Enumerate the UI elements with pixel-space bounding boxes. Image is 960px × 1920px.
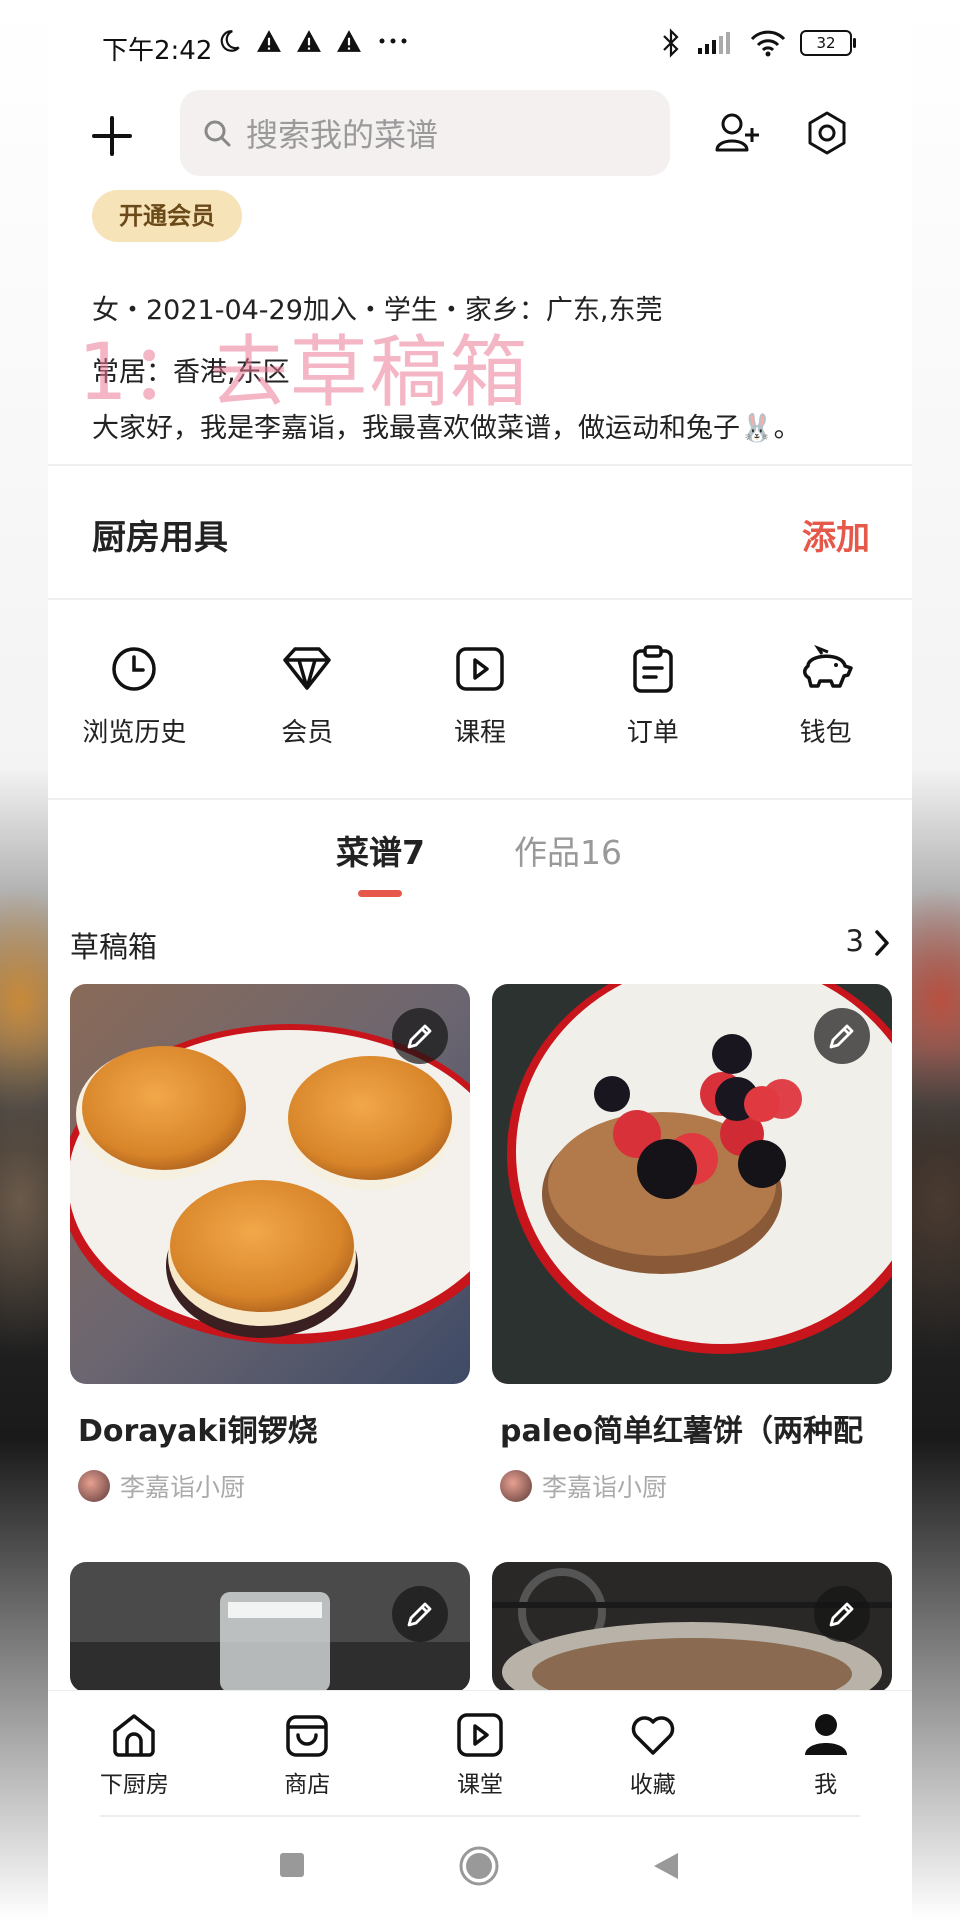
quick-action-history[interactable]: 浏览历史 xyxy=(48,600,221,790)
quick-action-course[interactable]: 课程 xyxy=(394,600,567,790)
nav-kitchen[interactable]: 下厨房 xyxy=(48,1691,221,1816)
tab-works[interactable]: 作品16 xyxy=(514,826,622,874)
warning-icon xyxy=(297,30,321,52)
pencil-icon xyxy=(407,1602,432,1627)
recents-button[interactable] xyxy=(278,1851,306,1879)
drafts-header[interactable]: 草稿箱 3 xyxy=(48,910,912,980)
recipe-photo xyxy=(492,984,892,1384)
vip-badge[interactable]: 开通会员 xyxy=(92,190,242,242)
moon-icon xyxy=(220,30,240,52)
avatar xyxy=(78,1470,110,1502)
quick-action-label: 会员 xyxy=(281,718,334,748)
clock-icon xyxy=(112,647,157,691)
nav-label: 课堂 xyxy=(456,1772,503,1798)
clipboard-icon xyxy=(633,645,673,693)
home-button[interactable] xyxy=(458,1845,500,1887)
top-header: 搜索我的菜谱 xyxy=(48,90,912,180)
kitchen-tools-title: 厨房用具 xyxy=(92,518,228,558)
recipe-author: 李嘉诣小厨 xyxy=(70,1468,470,1504)
warning-icon xyxy=(337,30,361,52)
play-icon xyxy=(457,1713,503,1757)
person-icon xyxy=(804,1714,847,1755)
warning-icon xyxy=(257,30,281,52)
author-name: 李嘉诣小厨 xyxy=(542,1473,668,1502)
system-nav-bar xyxy=(48,1815,912,1920)
search-placeholder: 搜索我的菜谱 xyxy=(246,116,439,154)
signal-icon xyxy=(698,32,730,54)
edit-button[interactable] xyxy=(814,1586,870,1642)
divider xyxy=(48,798,912,800)
edit-button[interactable] xyxy=(392,1008,448,1064)
nav-classroom[interactable]: 课堂 xyxy=(394,1691,567,1816)
quick-action-label: 钱包 xyxy=(799,718,852,748)
quick-action-label: 订单 xyxy=(626,718,679,748)
nav-label: 我 xyxy=(814,1772,838,1798)
recipe-card[interactable]: paleo简单红薯饼（两种配 李嘉诣小厨 xyxy=(492,984,892,1504)
quick-action-label: 浏览历史 xyxy=(82,718,187,748)
quick-actions: 浏览历史 会员 课程 订单 钱包 xyxy=(48,600,912,790)
diamond-icon xyxy=(283,647,331,690)
recipe-photo xyxy=(70,984,470,1384)
avatar xyxy=(500,1470,532,1502)
recipe-photo xyxy=(492,1562,892,1692)
bottom-nav: 下厨房 商店 课堂 收藏 我 xyxy=(48,1690,912,1816)
content-tabs: 菜谱7 作品16 xyxy=(48,810,912,900)
app-screen: 下午2:42 32 搜索我的菜谱 开通会员 女・2021-04-29加入・学生・… xyxy=(48,0,912,1920)
add-recipe-button[interactable] xyxy=(90,114,134,158)
play-icon xyxy=(456,647,504,691)
wifi-icon xyxy=(750,30,786,57)
add-user-button[interactable] xyxy=(714,110,760,156)
battery-icon: 32 xyxy=(800,30,856,56)
status-bar: 下午2:42 32 xyxy=(48,0,912,90)
more-icon xyxy=(379,38,407,44)
nav-favorites[interactable]: 收藏 xyxy=(566,1691,739,1816)
edit-button[interactable] xyxy=(392,1586,448,1642)
nav-shop[interactable]: 商店 xyxy=(221,1691,394,1816)
drafts-title: 草稿箱 xyxy=(70,930,158,964)
back-button[interactable] xyxy=(652,1851,680,1881)
nav-label: 下厨房 xyxy=(99,1772,169,1798)
add-kitchen-tool-button[interactable]: 添加 xyxy=(802,510,870,559)
pencil-icon xyxy=(829,1602,854,1627)
search-icon xyxy=(204,120,231,147)
recipe-name: Dorayaki铜锣烧 xyxy=(78,1414,318,1449)
instruction-overlay: 1：去草稿箱 xyxy=(78,328,530,418)
bluetooth-icon xyxy=(663,28,679,58)
quick-action-orders[interactable]: 订单 xyxy=(566,600,739,790)
author-name: 李嘉诣小厨 xyxy=(120,1473,246,1502)
divider xyxy=(100,1815,860,1817)
quick-action-vip[interactable]: 会员 xyxy=(221,600,394,790)
shop-icon xyxy=(286,1715,328,1757)
nav-label: 商店 xyxy=(284,1772,331,1798)
heart-icon xyxy=(631,1716,675,1755)
home-icon xyxy=(113,1714,156,1757)
kitchen-tools-section: 厨房用具 添加 xyxy=(48,466,912,596)
piggy-bank-icon xyxy=(802,644,853,688)
status-system-icons: 32 xyxy=(660,28,856,58)
quick-action-label: 课程 xyxy=(453,718,506,748)
recipe-card[interactable] xyxy=(70,1562,470,1692)
edit-button[interactable] xyxy=(814,1008,870,1064)
drafts-count: 3 xyxy=(845,924,864,958)
chevron-right-icon xyxy=(875,930,889,956)
search-input[interactable]: 搜索我的菜谱 xyxy=(180,90,670,176)
pencil-icon xyxy=(407,1024,432,1049)
recipe-card[interactable] xyxy=(492,1562,892,1692)
recipe-photo xyxy=(70,1562,470,1692)
quick-action-wallet[interactable]: 钱包 xyxy=(739,600,912,790)
tab-recipes[interactable]: 菜谱7 xyxy=(336,826,425,874)
status-time: 下午2:42 xyxy=(102,36,213,66)
settings-button[interactable] xyxy=(804,110,850,156)
nav-me[interactable]: 我 xyxy=(739,1691,912,1816)
active-tab-indicator xyxy=(358,890,402,897)
status-notification-icons xyxy=(216,28,410,54)
nav-label: 收藏 xyxy=(629,1772,676,1798)
pencil-icon xyxy=(829,1024,854,1049)
recipe-author: 李嘉诣小厨 xyxy=(492,1468,892,1504)
recipe-card[interactable]: Dorayaki铜锣烧 李嘉诣小厨 xyxy=(70,984,470,1504)
recipe-name: paleo简单红薯饼（两种配 xyxy=(500,1414,863,1449)
